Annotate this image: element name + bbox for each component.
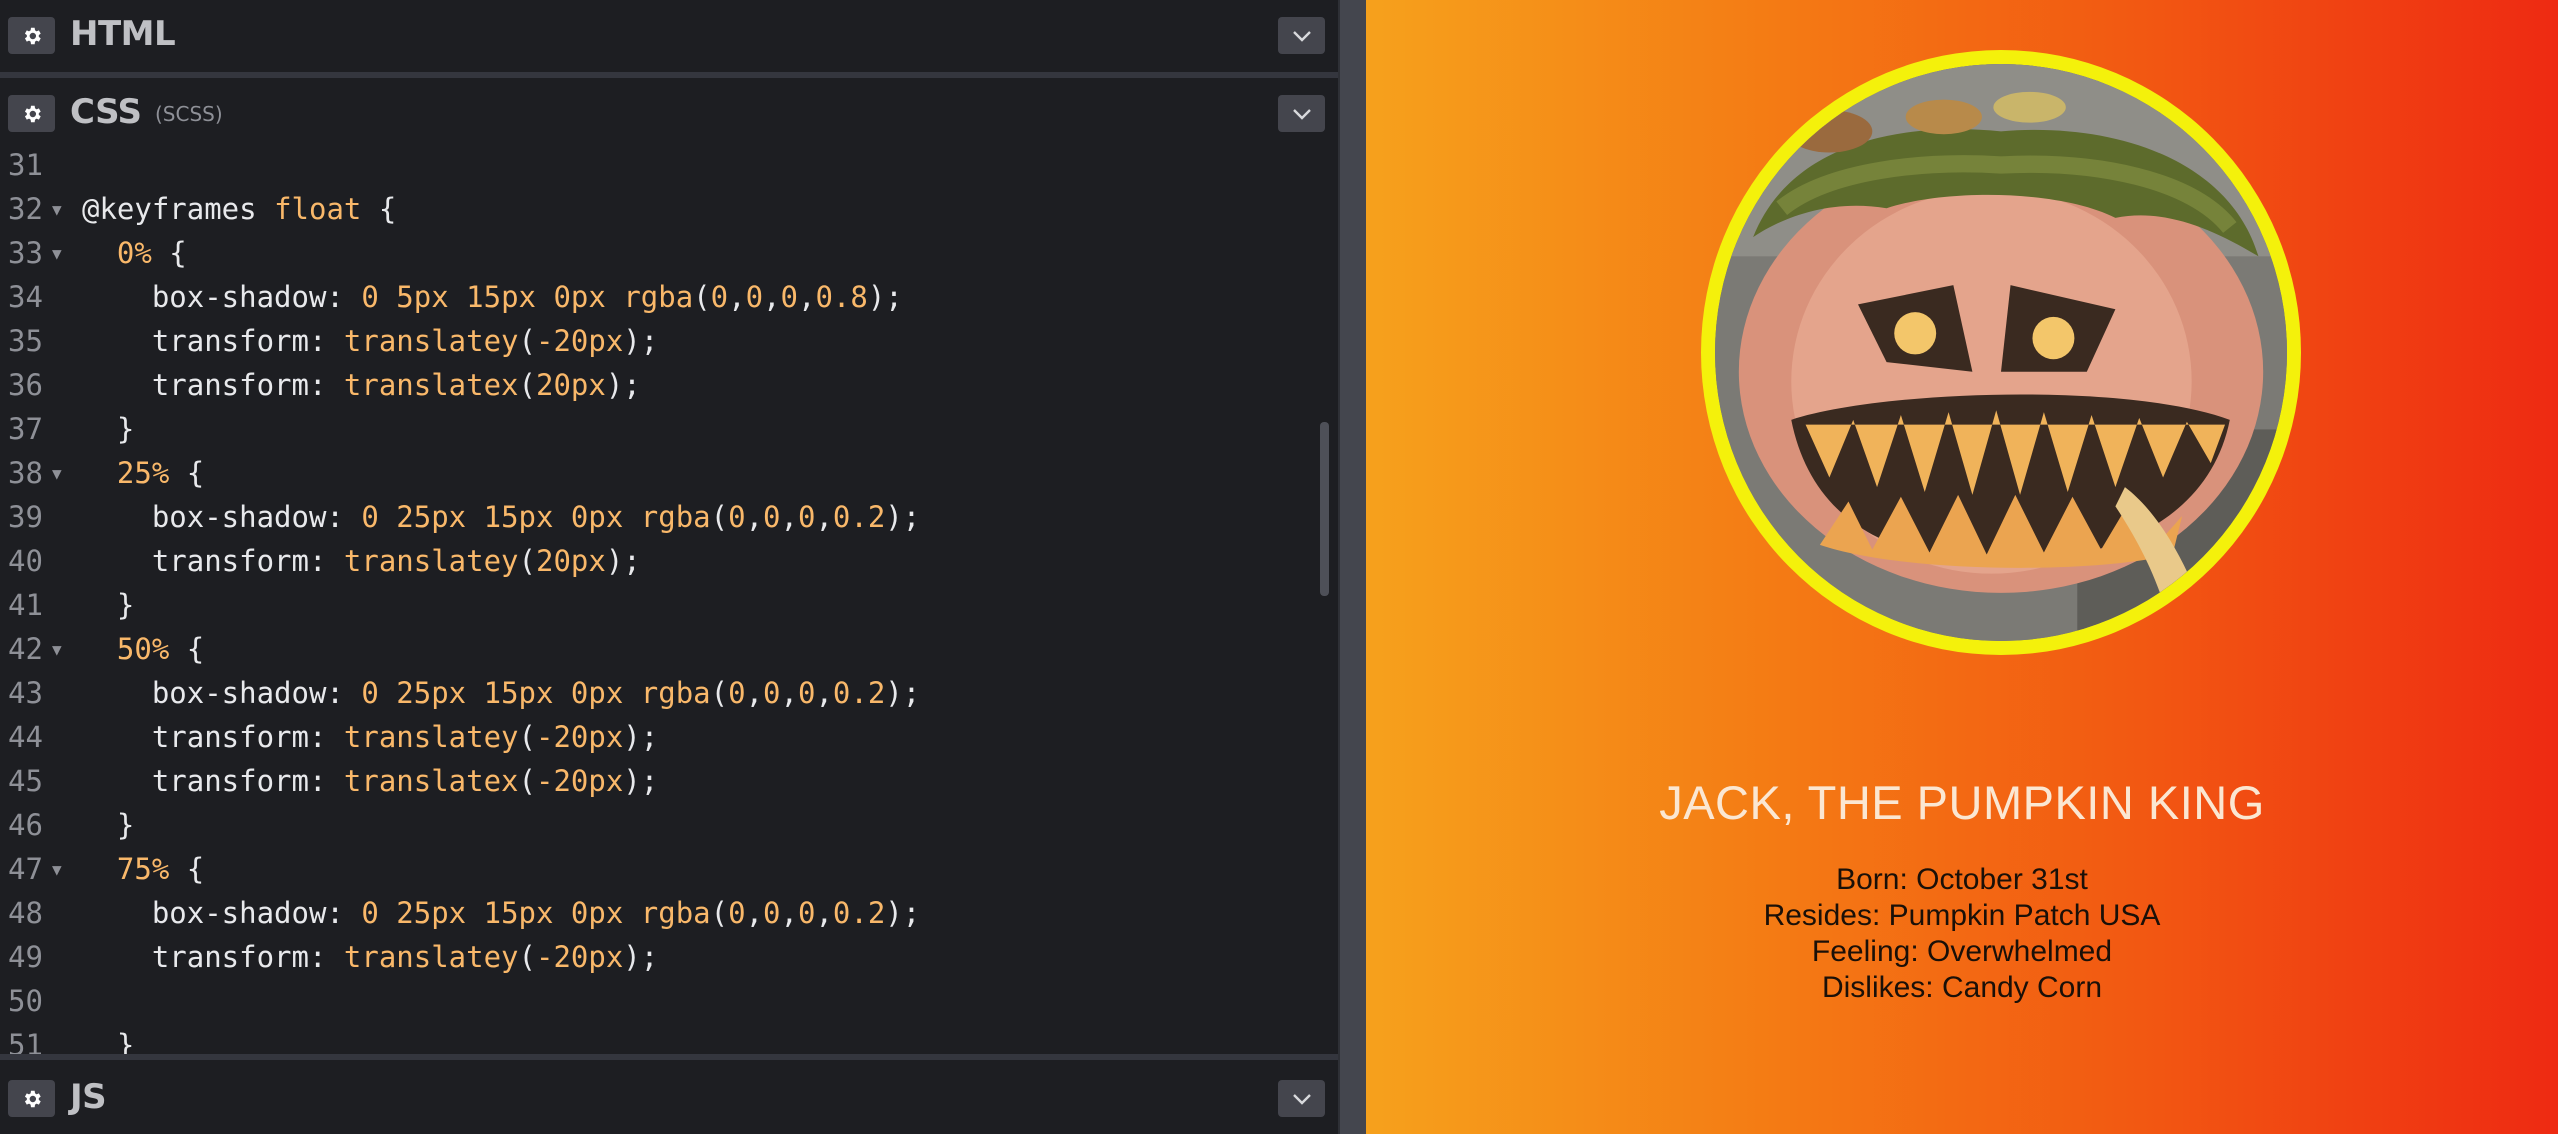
fold-toggle-icon[interactable]: ▼ xyxy=(52,200,62,219)
gear-icon xyxy=(24,1090,41,1107)
js-panel-title: JS xyxy=(70,1077,107,1117)
code-text: } xyxy=(82,808,135,842)
line-number: 40 xyxy=(8,544,43,578)
code-line[interactable]: 47 ▼ 75% { xyxy=(0,847,1310,891)
pumpkin-photo xyxy=(1715,64,2287,641)
line-number: 43 xyxy=(8,676,43,710)
js-collapse-button[interactable] xyxy=(1278,1080,1325,1117)
chevron-down-icon xyxy=(1292,30,1311,42)
pumpkin-image xyxy=(1715,64,2287,641)
code-line[interactable]: 43 box-shadow: 0 25px 15px 0px rgba(0,0,… xyxy=(0,671,1310,715)
fold-toggle-icon[interactable]: ▼ xyxy=(52,860,62,879)
code-line[interactable]: 51 } xyxy=(0,1023,1310,1054)
code-text: } xyxy=(82,412,135,446)
line-number: 45 xyxy=(8,764,43,798)
line-number: 42 xyxy=(8,632,43,666)
code-line[interactable]: 48 box-shadow: 0 25px 15px 0px rgba(0,0,… xyxy=(0,891,1310,935)
code-line[interactable]: 38 ▼ 25% { xyxy=(0,451,1310,495)
code-line[interactable]: 36 transform: translatex(20px); xyxy=(0,363,1310,407)
line-number: 49 xyxy=(8,940,43,974)
code-text: @keyframes float { xyxy=(82,192,397,226)
code-text: transform: translatey(20px); xyxy=(82,544,641,578)
code-text: box-shadow: 0 25px 15px 0px rgba(0,0,0,0… xyxy=(82,500,921,534)
line-number: 50 xyxy=(8,984,43,1018)
css-code-area[interactable]: 31 32 ▼ @keyframes float { 33 ▼ 0% { 34 box-sh… xyxy=(0,150,1338,1054)
js-panel-header[interactable]: JS xyxy=(0,1060,1338,1134)
code-text: box-shadow: 0 25px 15px 0px rgba(0,0,0,0… xyxy=(82,676,921,710)
line-number: 32 xyxy=(8,192,43,226)
code-line[interactable]: 45 transform: translatex(-20px); xyxy=(0,759,1310,803)
fact-feeling: Feeling: Overwhelmed xyxy=(1811,935,2113,968)
chevron-down-icon xyxy=(1292,108,1311,120)
fact-resides: Resides: Pumpkin Patch USA xyxy=(1763,899,2161,932)
code-text: } xyxy=(82,588,135,622)
line-number: 35 xyxy=(8,324,43,358)
html-collapse-button[interactable] xyxy=(1278,17,1325,54)
code-line[interactable]: 46 } xyxy=(0,803,1310,847)
code-text: 50% { xyxy=(116,632,205,666)
line-number: 34 xyxy=(8,280,43,314)
code-line[interactable]: 50 xyxy=(0,979,1310,1023)
html-panel-header[interactable]: HTML xyxy=(0,0,1338,72)
code-line[interactable]: 33 ▼ 0% { xyxy=(0,231,1310,275)
gear-icon xyxy=(24,27,41,44)
fact-dislikes: Dislikes: Candy Corn xyxy=(1821,971,2103,1004)
css-collapse-button[interactable] xyxy=(1278,95,1325,132)
code-line[interactable]: 44 transform: translatey(-20px); xyxy=(0,715,1310,759)
code-text: transform: translatey(-20px); xyxy=(82,940,659,974)
character-name: JACK, THE PUMPKIN KING xyxy=(1659,776,2265,829)
line-number: 46 xyxy=(8,808,43,842)
line-number: 39 xyxy=(8,500,43,534)
line-number: 47 xyxy=(8,852,43,886)
code-line[interactable]: 40 transform: translatey(20px); xyxy=(0,539,1310,583)
chevron-down-icon xyxy=(1292,1093,1311,1105)
code-text: transform: translatey(-20px); xyxy=(82,324,659,358)
line-number: 37 xyxy=(8,412,43,446)
code-line[interactable]: 31 xyxy=(0,150,1310,187)
code-text: } xyxy=(82,1028,135,1054)
code-text: transform: translatex(-20px); xyxy=(82,764,659,798)
code-line[interactable]: 42 ▼ 50% { xyxy=(0,627,1310,671)
code-line[interactable]: 39 box-shadow: 0 25px 15px 0px rgba(0,0,… xyxy=(0,495,1310,539)
js-settings-button[interactable] xyxy=(8,1080,55,1117)
code-text: 0% { xyxy=(116,236,187,270)
css-panel-title: CSS xyxy=(70,92,142,132)
code-text: box-shadow: 0 5px 15px 0px rgba(0,0,0,0.… xyxy=(82,280,903,314)
html-settings-button[interactable] xyxy=(8,17,55,54)
fact-born: Born: October 31st xyxy=(1836,863,2088,896)
html-panel-title: HTML xyxy=(70,14,176,54)
code-line[interactable]: 32 ▼ @keyframes float { xyxy=(0,187,1310,231)
fold-toggle-icon[interactable]: ▼ xyxy=(52,640,62,659)
line-number: 48 xyxy=(8,896,43,930)
code-text: box-shadow: 0 25px 15px 0px rgba(0,0,0,0… xyxy=(82,896,921,930)
code-line[interactable]: 35 transform: translatey(-20px); xyxy=(0,319,1310,363)
line-number: 41 xyxy=(8,588,43,622)
css-settings-button[interactable] xyxy=(8,95,55,132)
code-text: transform: translatex(20px); xyxy=(82,368,641,402)
gear-icon xyxy=(24,105,41,122)
css-panel-header[interactable]: CSS (SCSS) xyxy=(0,78,1338,150)
line-number: 33 xyxy=(8,236,43,270)
avatar-ring xyxy=(1701,50,2301,655)
fold-toggle-icon[interactable]: ▼ xyxy=(52,244,62,263)
line-number: 44 xyxy=(8,720,43,754)
line-number: 36 xyxy=(8,368,43,402)
code-text: 25% { xyxy=(116,456,205,490)
result-preview: JACK, THE PUMPKIN KING Born: October 31s… xyxy=(1366,0,2558,1134)
line-number: 38 xyxy=(8,456,43,490)
code-scrollbar[interactable] xyxy=(1320,422,1329,596)
code-text: 75% { xyxy=(116,852,205,886)
character-facts: Born: October 31st Resides: Pumpkin Patc… xyxy=(1366,862,2558,1006)
css-preprocessor-label: (SCSS) xyxy=(155,102,223,126)
code-editor: HTML CSS (SCSS) 31 32 ▼ @keyframes float {3… xyxy=(0,0,1338,1134)
code-text: transform: translatey(-20px); xyxy=(82,720,659,754)
code-line[interactable]: 41 } xyxy=(0,583,1310,627)
code-line[interactable]: 34 box-shadow: 0 5px 15px 0px rgba(0,0,0… xyxy=(0,275,1310,319)
editor-preview-resizer[interactable] xyxy=(1338,0,1366,1134)
line-number: 51 xyxy=(8,1028,43,1054)
code-line[interactable]: 37 } xyxy=(0,407,1310,451)
code-line[interactable]: 49 transform: translatey(-20px); xyxy=(0,935,1310,979)
fold-toggle-icon[interactable]: ▼ xyxy=(52,464,62,483)
line-number: 31 xyxy=(8,150,43,182)
